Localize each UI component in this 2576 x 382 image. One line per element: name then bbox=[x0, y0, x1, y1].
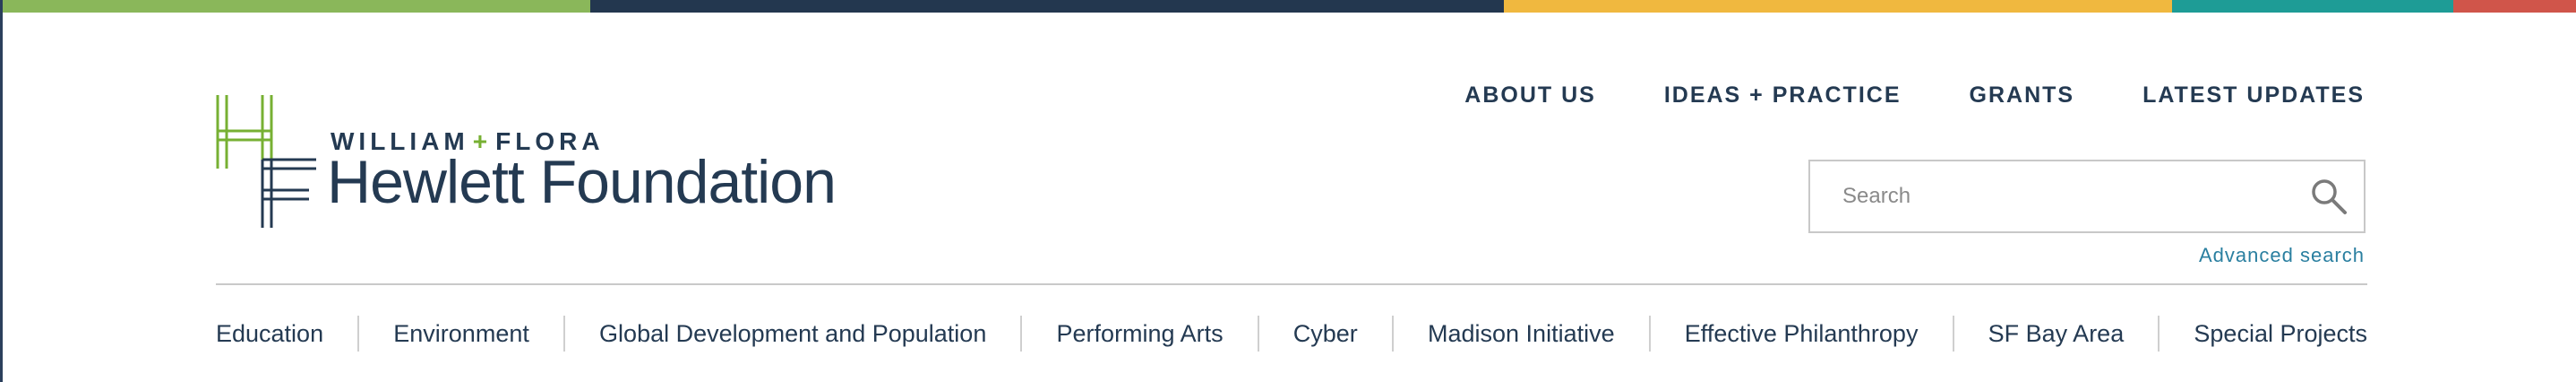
color-stripe-yellow bbox=[1504, 0, 2172, 13]
color-stripe-bar bbox=[3, 0, 2576, 13]
color-stripe-teal bbox=[2172, 0, 2453, 13]
nav-separator bbox=[1648, 316, 1651, 352]
nav-separator bbox=[1952, 316, 1954, 352]
top-nav-grants[interactable]: GRANTS bbox=[1970, 82, 2075, 109]
program-nav-sf-bay-area[interactable]: SF Bay Area bbox=[1988, 320, 2125, 348]
top-nav: ABOUT US IDEAS + PRACTICE GRANTS LATEST … bbox=[1396, 82, 2365, 109]
top-nav-latest-updates[interactable]: LATEST UPDATES bbox=[2142, 82, 2365, 109]
nav-separator bbox=[2158, 316, 2160, 352]
nav-separator bbox=[1020, 316, 1023, 352]
page: WILLIAM + FLORA Hewlett Foundation ABOUT U… bbox=[0, 0, 2576, 382]
search-box bbox=[1808, 160, 2366, 233]
color-stripe-red bbox=[2453, 0, 2576, 13]
top-nav-ideas-practice[interactable]: IDEAS + PRACTICE bbox=[1664, 82, 1902, 109]
program-nav-cyber[interactable]: Cyber bbox=[1293, 320, 1358, 348]
hf-monogram-icon bbox=[216, 95, 316, 228]
header-divider bbox=[216, 283, 2367, 285]
program-nav-special-projects[interactable]: Special Projects bbox=[2194, 320, 2367, 348]
nav-separator bbox=[1257, 316, 1259, 352]
advanced-search-link[interactable]: Advanced search bbox=[2199, 244, 2365, 267]
color-stripe-navy bbox=[590, 0, 1504, 13]
program-nav-performing-arts[interactable]: Performing Arts bbox=[1057, 320, 1224, 348]
nav-separator bbox=[1391, 316, 1394, 352]
program-nav-madison-initiative[interactable]: Madison Initiative bbox=[1428, 320, 1615, 348]
color-stripe-green bbox=[3, 0, 590, 13]
program-nav: Education Environment Global Development… bbox=[216, 314, 2367, 353]
program-nav-global-development[interactable]: Global Development and Population bbox=[599, 320, 986, 348]
program-nav-environment[interactable]: Environment bbox=[393, 320, 529, 348]
search-button[interactable] bbox=[2310, 178, 2348, 215]
nav-separator bbox=[562, 316, 565, 352]
program-nav-education[interactable]: Education bbox=[216, 320, 323, 348]
logo-title: Hewlett Foundation bbox=[327, 148, 837, 216]
nav-separator bbox=[357, 316, 360, 352]
program-nav-effective-philanthropy[interactable]: Effective Philanthropy bbox=[1685, 320, 1919, 348]
home-logo-link[interactable]: WILLIAM + FLORA Hewlett Foundation bbox=[216, 93, 861, 228]
search-input[interactable] bbox=[1810, 161, 2294, 231]
search-icon bbox=[2312, 179, 2347, 214]
top-nav-about-us[interactable]: ABOUT US bbox=[1464, 82, 1596, 109]
